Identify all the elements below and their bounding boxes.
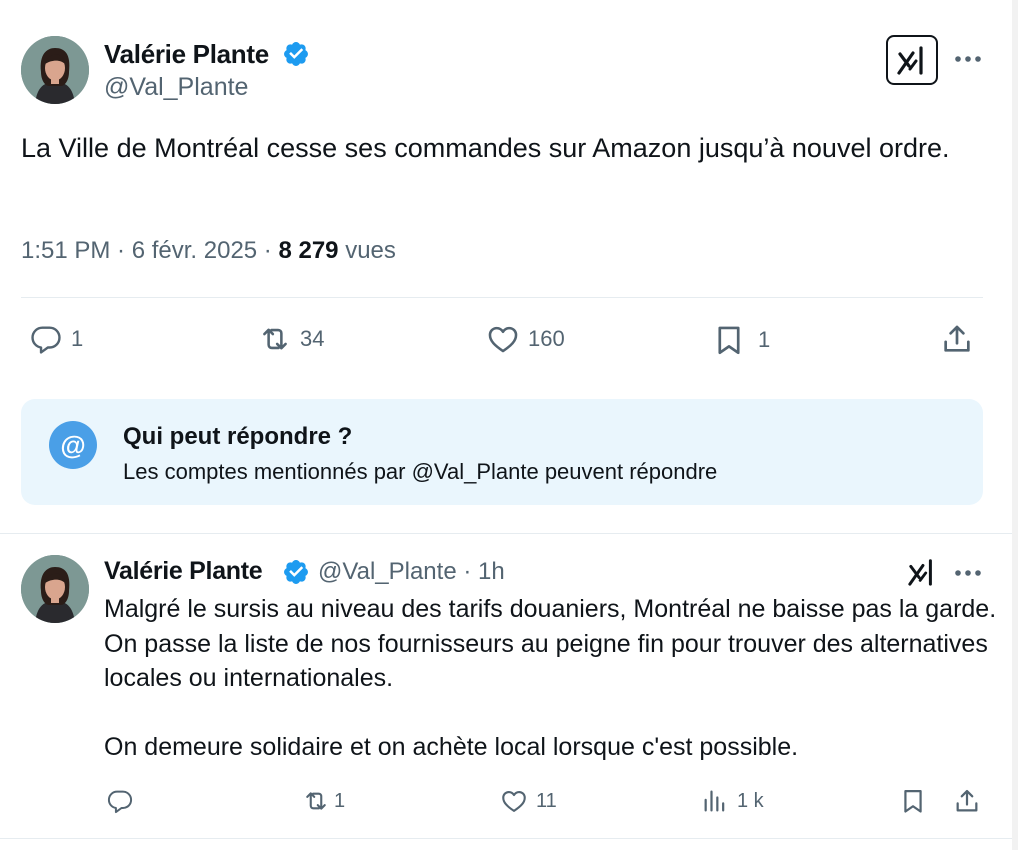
verified-badge-icon[interactable] xyxy=(282,40,310,68)
repost-count: 34 xyxy=(300,326,325,351)
bookmark-button[interactable] xyxy=(899,787,927,815)
author-name[interactable]: Valérie Plante xyxy=(104,39,269,70)
share-icon xyxy=(940,322,974,356)
like-icon xyxy=(500,787,528,815)
reply-icon xyxy=(29,322,63,356)
reply-author-avatar[interactable] xyxy=(21,555,89,623)
reply-icon xyxy=(106,787,134,815)
repost-count: 1 xyxy=(334,789,346,812)
repost-icon xyxy=(258,322,292,356)
reply-action-bar: 1 11 1 k xyxy=(0,783,1018,823)
repost-button[interactable]: 34 xyxy=(258,322,324,356)
bookmark-button[interactable]: 1 xyxy=(712,323,770,357)
reply-restriction-notice: @ Qui peut répondre ? Les comptes mentio… xyxy=(21,399,983,505)
post-meta: 1:51 PM · 6 févr. 2025 · 8 279 vues xyxy=(21,237,396,265)
more-icon[interactable] xyxy=(953,568,983,578)
more-icon[interactable] xyxy=(953,54,983,64)
reply-button[interactable] xyxy=(106,787,138,815)
views-button[interactable]: 1 k xyxy=(701,787,764,815)
views-count: 1 k xyxy=(737,789,764,812)
share-button[interactable] xyxy=(940,322,974,356)
views-icon xyxy=(701,787,729,815)
post-text: La Ville de Montréal cesse ses commandes… xyxy=(21,133,950,163)
at-icon: @ xyxy=(49,421,97,469)
reply-author-name[interactable]: Valérie Plante xyxy=(104,557,263,586)
share-button[interactable] xyxy=(953,787,981,815)
main-post: Valérie Plante @Val_Plante La Ville de M… xyxy=(0,0,1018,533)
bookmark-count: 1 xyxy=(758,327,771,352)
reply-post-text: Malgré le sursis au niveau des tarifs do… xyxy=(104,592,1004,764)
reply-author-handle[interactable]: @Val_Plante · 1h xyxy=(318,558,505,586)
reply-restriction-title: Qui peut répondre ? xyxy=(123,423,353,450)
like-icon xyxy=(486,322,520,356)
post-timestamp[interactable]: 1:51 PM · 6 févr. 2025 · xyxy=(21,237,278,264)
author-handle[interactable]: @Val_Plante xyxy=(104,73,248,102)
repost-button[interactable]: 1 xyxy=(302,787,345,815)
action-bar: 1 34 160 1 xyxy=(0,316,1018,366)
views-label: vues xyxy=(338,237,396,264)
views-count: 8 279 xyxy=(278,237,339,264)
scrollbar[interactable] xyxy=(1012,0,1018,850)
divider xyxy=(21,297,983,298)
grok-button[interactable] xyxy=(886,35,938,85)
reply-restriction-description: Les comptes mentionnés par @Val_Plante p… xyxy=(123,459,718,484)
like-count: 160 xyxy=(528,326,565,351)
like-button[interactable]: 160 xyxy=(486,322,565,356)
reply-paragraph: On demeure solidaire et on achète local … xyxy=(104,732,799,761)
reply-button[interactable]: 1 xyxy=(29,322,83,356)
reply-paragraph: Malgré le sursis au niveau des tarifs do… xyxy=(104,595,997,692)
bookmark-icon xyxy=(712,323,746,357)
bookmark-icon xyxy=(899,787,927,815)
divider xyxy=(0,838,1018,839)
grok-icon xyxy=(896,45,928,75)
verified-badge-icon[interactable] xyxy=(282,558,310,586)
author-avatar[interactable] xyxy=(21,36,89,104)
share-icon xyxy=(953,787,981,815)
like-count: 11 xyxy=(536,789,557,812)
divider xyxy=(0,533,1018,534)
like-button[interactable]: 11 xyxy=(500,787,557,815)
grok-icon[interactable] xyxy=(907,558,937,586)
reply-count: 1 xyxy=(71,326,84,351)
repost-icon xyxy=(302,787,330,815)
